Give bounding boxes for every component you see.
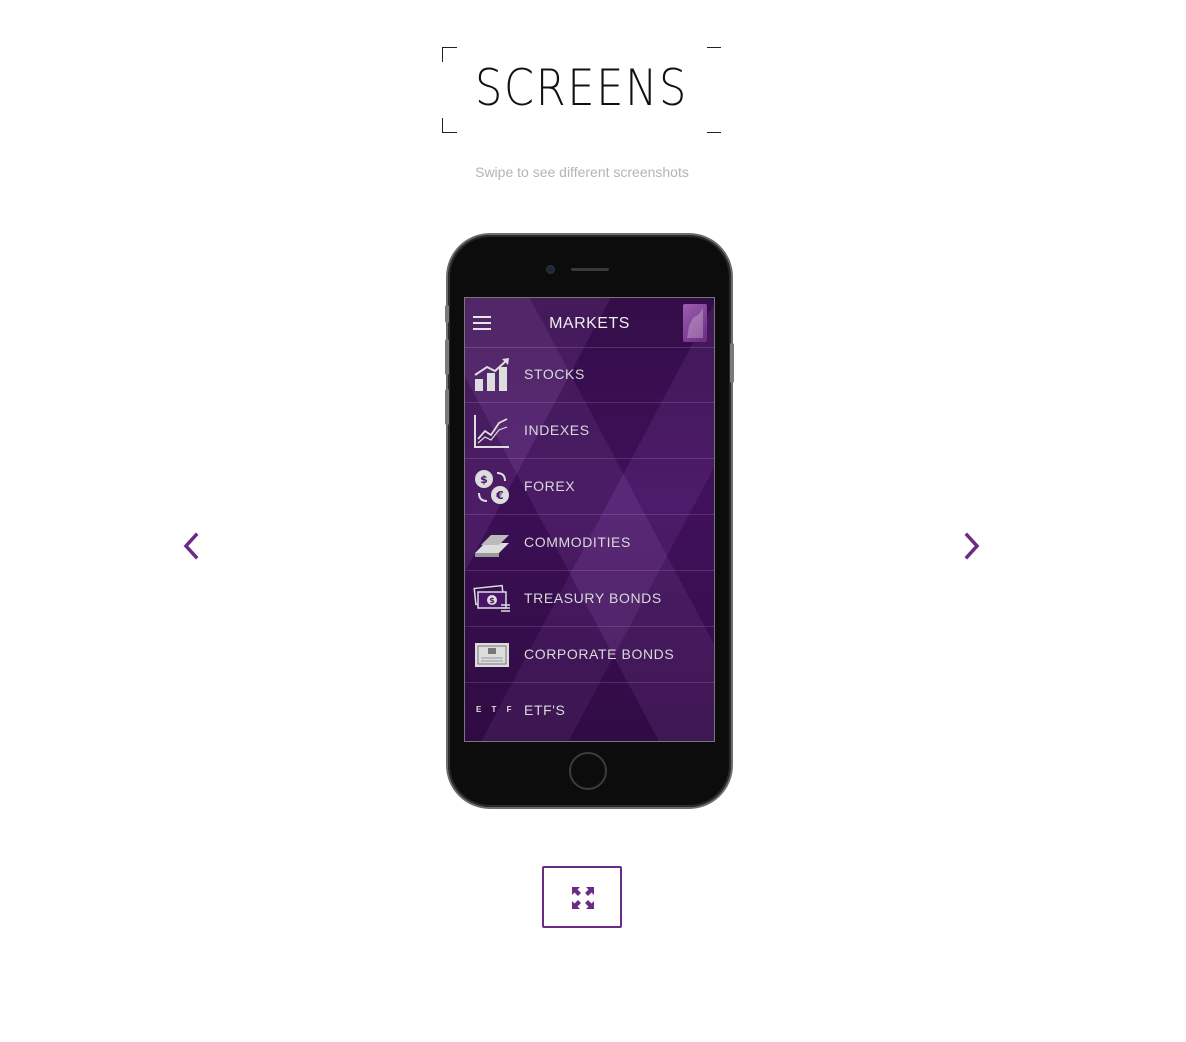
etf-icon: E T F	[476, 705, 516, 714]
list-item-etfs[interactable]: E T F ETF'S	[465, 683, 714, 738]
phone-power-button	[730, 343, 734, 383]
list-item-label: TREASURY BONDS	[524, 590, 662, 606]
chevron-left-icon	[183, 532, 199, 560]
bull-logo-icon	[683, 304, 707, 342]
svg-text:€: €	[495, 489, 504, 502]
svg-text:$: $	[489, 596, 495, 605]
list-item-commodities[interactable]: COMMODITIES	[465, 515, 714, 571]
gold-bars-icon	[475, 535, 509, 557]
next-slide-button[interactable]	[955, 528, 987, 564]
section-subtitle: Swipe to see different screenshots	[475, 164, 689, 180]
phone-home-button	[569, 752, 607, 790]
prev-slide-button[interactable]	[176, 528, 208, 564]
list-item-label: INDEXES	[524, 422, 590, 438]
cash-stack-icon: $	[473, 584, 510, 612]
phone-speaker	[571, 268, 609, 271]
section-title-frame: SCREENS	[442, 47, 721, 133]
line-chart-icon	[474, 415, 509, 448]
phone-volume-up	[445, 339, 449, 375]
chevron-right-icon	[964, 532, 980, 560]
phone-mute-switch	[445, 305, 449, 323]
bar-chart-icon	[474, 358, 509, 391]
expand-icon	[572, 887, 594, 909]
list-item-treasury-bonds[interactable]: $ TREASURY BONDS	[465, 571, 714, 627]
list-item-label: COMMODITIES	[524, 534, 631, 550]
list-item-stocks[interactable]: STOCKS	[465, 347, 714, 403]
phone-camera	[547, 266, 554, 273]
list-item-label: ETF'S	[524, 702, 566, 718]
markets-list: STOCKS INDEXES $ € FOREX COMMODITIES $ T…	[465, 347, 714, 738]
fullscreen-button[interactable]	[542, 866, 622, 928]
frame-corner	[442, 118, 457, 133]
certificate-icon	[475, 643, 509, 667]
section-title: SCREENS	[474, 59, 689, 117]
svg-text:$: $	[480, 473, 488, 486]
currency-exchange-icon: $ €	[475, 470, 509, 504]
phone-screen[interactable]: MARKETS STOCKS INDEXES $ € FOREX COMMODI…	[464, 297, 715, 742]
list-item-corporate-bonds[interactable]: CORPORATE BONDS	[465, 627, 714, 683]
list-item-label: CORPORATE BONDS	[524, 646, 675, 662]
list-item-label: FOREX	[524, 478, 576, 494]
app-bar: MARKETS	[465, 298, 714, 348]
phone-mockup: MARKETS STOCKS INDEXES $ € FOREX COMMODI…	[445, 235, 734, 807]
app-bar-title: MARKETS	[549, 315, 630, 332]
list-item-indexes[interactable]: INDEXES	[465, 403, 714, 459]
frame-corner	[707, 47, 721, 62]
phone-volume-down	[445, 389, 449, 425]
list-item-label: STOCKS	[524, 366, 585, 382]
list-item-forex[interactable]: $ € FOREX	[465, 459, 714, 515]
frame-corner	[707, 118, 721, 133]
frame-corner	[442, 47, 457, 62]
